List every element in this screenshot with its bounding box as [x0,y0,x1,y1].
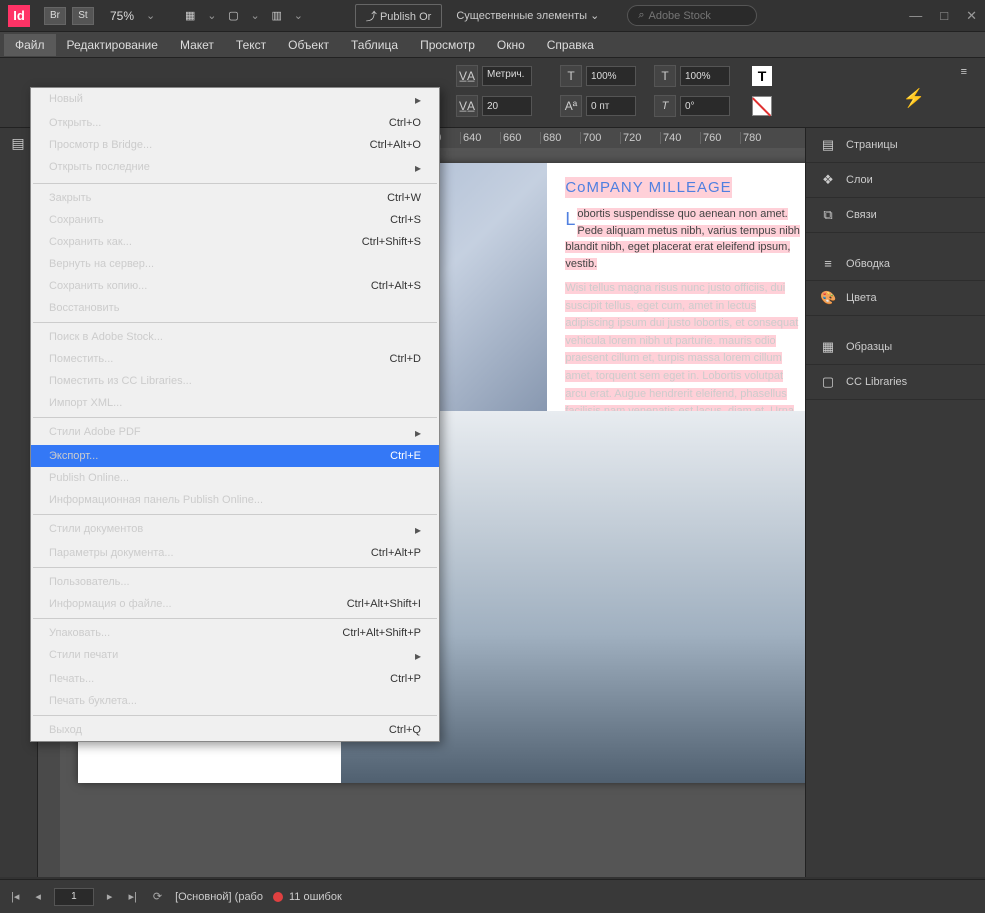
menu-item[interactable]: СохранитьCtrl+S [31,209,439,231]
first-page-button[interactable]: |◂ [8,890,22,903]
bridge-badge[interactable]: Br [44,7,66,25]
fill-text-icon[interactable]: T [752,66,772,86]
maximize-button[interactable]: □ [940,8,948,24]
kerning-icon: V̲A̲ [456,65,478,87]
panel-links[interactable]: ⧉Связи [806,198,985,233]
next-page-button[interactable]: ▸ [104,890,116,903]
no-stroke-icon[interactable] [752,96,772,116]
menu-view[interactable]: Просмотр [409,34,486,56]
vscale-input[interactable] [586,66,636,86]
tracking-input[interactable] [482,96,532,116]
prev-page-button[interactable]: ◂ [32,890,44,903]
minimize-button[interactable]: — [909,8,922,24]
hscale-icon: T [654,65,676,87]
library-icon: ▢ [820,374,836,390]
menu-item[interactable]: Пользователь... [31,571,439,593]
status-bar: |◂ ◂ ▸ ▸| ⟳ [Основной] (рабо 11 ошибок [0,879,985,913]
menu-item[interactable]: Стили Adobe PDF [31,421,439,445]
panel-color[interactable]: 🎨Цвета [806,281,985,316]
menu-edit[interactable]: Редактирование [56,34,169,56]
kerning-select[interactable]: Метрич. [482,66,532,86]
app-logo: Id [8,5,30,27]
menu-item[interactable]: Стили печати [31,644,439,668]
menu-file[interactable]: Файл [4,34,56,56]
skew-input[interactable] [680,96,730,116]
menu-item[interactable]: Импорт XML... [31,392,439,414]
menu-item[interactable]: Открыть последние [31,156,439,180]
menu-item[interactable]: Печать буклета... [31,690,439,712]
search-input[interactable] [648,10,748,22]
zoom-level[interactable]: 75% [110,9,134,23]
baseline-icon: Aª [560,95,582,117]
panel-layers[interactable]: ❖Слои [806,163,985,198]
menu-item[interactable]: Publish Online... [31,467,439,489]
menu-item[interactable]: Стили документов [31,518,439,542]
layers-icon: ❖ [820,172,836,188]
adobe-stock-search[interactable]: ⌕ [627,5,757,26]
body-text[interactable]: Lobortis suspendisse quo aenean non amet… [565,206,800,272]
skew-icon: T [654,95,676,117]
menu-item[interactable]: ЗакрытьCtrl+W [31,187,439,209]
error-dot-icon [273,892,283,902]
menu-help[interactable]: Справка [536,34,605,56]
menu-table[interactable]: Таблица [340,34,409,56]
page-number-input[interactable] [54,888,94,906]
panels-dock: ▤Страницы ❖Слои ⧉Связи ≡Обводка 🎨Цвета ▦… [805,128,985,877]
vscale-icon: T [560,65,582,87]
menu-item[interactable]: Информация о файле...Ctrl+Alt+Shift+I [31,593,439,615]
menu-item[interactable]: Параметры документа...Ctrl+Alt+P [31,542,439,564]
links-icon: ⧉ [820,207,836,223]
arrange-icon[interactable]: ▥ [264,6,290,26]
open-icon[interactable]: ⟳ [150,890,165,903]
panel-swatches[interactable]: ▦Образцы [806,330,985,365]
menu-item[interactable]: Просмотр в Bridge...Ctrl+Alt+O [31,134,439,156]
view-options-icon[interactable]: ▦ [177,6,203,26]
hscale-input[interactable] [680,66,730,86]
menubar: Файл Редактирование Макет Текст Объект Т… [0,32,985,58]
menu-item[interactable]: Поместить...Ctrl+D [31,348,439,370]
master-page-label[interactable]: [Основной] (рабо [175,891,263,903]
panel-menu-icon[interactable]: ≡ [961,66,967,78]
heading[interactable]: CoMPANY MILLEAGE [565,177,731,198]
file-menu-dropdown: НовыйОткрыть...Ctrl+OПросмотр в Bridge..… [30,87,440,742]
menu-item[interactable]: Восстановить [31,297,439,319]
swatches-icon: ▦ [820,339,836,355]
publish-online-button[interactable]: ⤴ Publish Or [355,4,442,28]
menu-object[interactable]: Объект [277,34,340,56]
screen-mode-icon[interactable]: ▢ [220,6,246,26]
pages-icon: ▤ [820,137,836,153]
baseline-input[interactable] [586,96,636,116]
menu-item[interactable]: Экспорт...Ctrl+E [31,445,439,467]
menu-item[interactable]: Поместить из CC Libraries... [31,370,439,392]
workspace-switcher[interactable]: Существенные элементы ⌄ [448,6,607,25]
menu-item[interactable]: Новый [31,88,439,112]
menu-layout[interactable]: Макет [169,34,225,56]
color-icon: 🎨 [820,290,836,306]
menu-item[interactable]: Поиск в Adobe Stock... [31,326,439,348]
menu-type[interactable]: Текст [225,34,277,56]
menu-item[interactable]: Сохранить как...Ctrl+Shift+S [31,231,439,253]
menu-window[interactable]: Окно [486,34,536,56]
menu-item[interactable]: Информационная панель Publish Online... [31,489,439,511]
menu-item[interactable]: Вернуть на сервер... [31,253,439,275]
preflight-status[interactable]: 11 ошибок [273,891,342,903]
titlebar: Id Br St 75% ⌄ ▦⌄ ▢⌄ ▥⌄ ⤴ Publish Or Сущ… [0,0,985,32]
panel-stroke[interactable]: ≡Обводка [806,247,985,281]
menu-item[interactable]: Сохранить копию...Ctrl+Alt+S [31,275,439,297]
menu-item[interactable]: ВыходCtrl+Q [31,719,439,741]
panel-pages[interactable]: ▤Страницы [806,128,985,163]
panel-cclibraries[interactable]: ▢CC Libraries [806,365,985,400]
stroke-icon: ≡ [820,256,836,271]
menu-item[interactable]: Открыть...Ctrl+O [31,112,439,134]
close-button[interactable]: ✕ [966,8,977,24]
last-page-button[interactable]: ▸| [125,890,139,903]
stock-badge[interactable]: St [72,7,94,25]
menu-item[interactable]: Печать...Ctrl+P [31,668,439,690]
tracking-icon: V̲A̲ [456,95,478,117]
image-frame[interactable] [579,411,805,783]
quick-apply-icon[interactable]: ⚡ [903,88,925,109]
search-icon: ⌕ [638,9,644,22]
menu-item[interactable]: Упаковать...Ctrl+Alt+Shift+P [31,622,439,644]
zoom-dropdown-icon[interactable]: ⌄ [146,9,155,22]
